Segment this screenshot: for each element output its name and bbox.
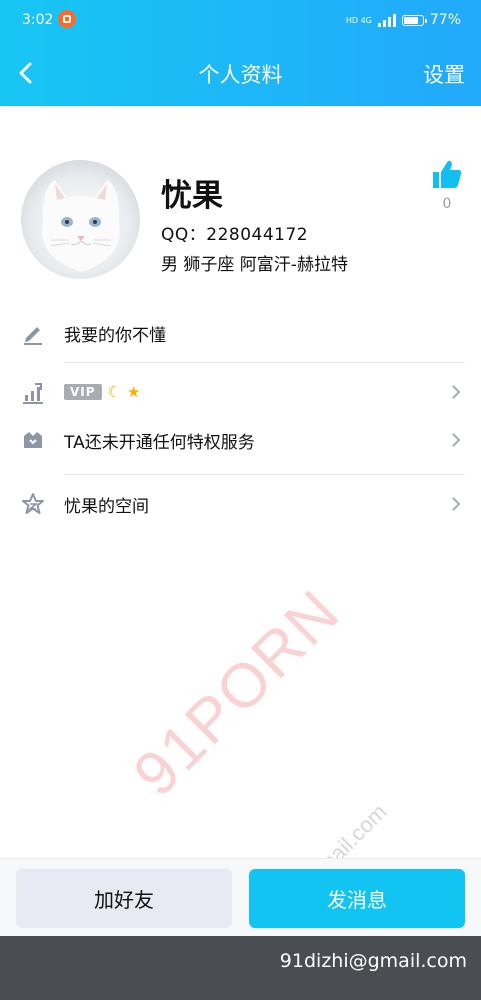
space-text: 忧果的空间 <box>64 496 149 517</box>
chevron-right-icon <box>452 385 461 399</box>
add-friend-button[interactable]: 加好友 <box>16 869 232 928</box>
bottom-action-bar: 加好友 发消息 <box>0 858 481 937</box>
profile-name: 忧果 <box>161 178 223 214</box>
send-message-button[interactable]: 发消息 <box>249 869 465 928</box>
settings-button[interactable]: 设置 <box>423 59 465 89</box>
like-count: 0 <box>442 196 452 212</box>
divider <box>64 362 465 363</box>
app-notification-icon <box>58 10 76 28</box>
profile-card: 忧果 QQ：228044172 男 狮子座 阿富汗-赫拉特 0 <box>0 106 481 296</box>
level-chart-icon <box>23 383 43 404</box>
footer-bar: 91dizhi@gmail.com <box>0 936 481 1000</box>
cat-avatar-image <box>42 180 120 272</box>
chevron-right-icon <box>452 497 461 511</box>
signature-row: 我要的你不懂 <box>0 306 481 360</box>
like-button[interactable]: 0 <box>431 158 463 212</box>
status-bar: 3:02 HD 4G 77% <box>0 0 481 40</box>
space-row[interactable]: 忧果的空间 <box>0 477 481 531</box>
navbar: 个人资料 设置 <box>0 40 481 106</box>
profile-qq: QQ：228044172 <box>161 225 309 245</box>
battery-percent: 77% <box>429 12 461 28</box>
signal-icon <box>377 13 396 27</box>
battery-icon <box>401 14 427 26</box>
divider <box>64 474 465 475</box>
status-right-group: HD 4G 77% <box>346 12 461 28</box>
watermark-main: 91PORN <box>120 576 354 810</box>
vip-row[interactable]: VIP ☾ ★ <box>0 365 481 419</box>
page-title: 个人资料 <box>198 63 283 87</box>
avatar[interactable] <box>21 160 140 279</box>
thumbs-up-icon <box>433 160 462 188</box>
moon-icon: ☾ <box>107 383 121 401</box>
crown-box-icon <box>24 432 42 448</box>
privilege-text: TA还未开通任何特权服务 <box>64 432 255 453</box>
status-time: 3:02 <box>22 12 54 28</box>
network-label: HD 4G <box>345 15 372 25</box>
footer-email: 91dizhi@gmail.com <box>279 950 467 972</box>
vip-tag: VIP <box>64 384 102 400</box>
profile-meta: 男 狮子座 阿富汗-赫拉特 <box>161 255 348 275</box>
pencil-icon <box>24 327 42 345</box>
star-outline-icon <box>22 493 44 514</box>
top-header: 3:02 HD 4G 77% 个人资料 设置 <box>0 0 481 106</box>
signature-text: 我要的你不懂 <box>64 325 166 346</box>
star-icon: ★ <box>127 383 141 401</box>
chevron-right-icon <box>452 433 461 447</box>
vip-badge: VIP ☾ ★ <box>64 383 140 401</box>
privilege-row[interactable]: TA还未开通任何特权服务 <box>0 413 481 467</box>
